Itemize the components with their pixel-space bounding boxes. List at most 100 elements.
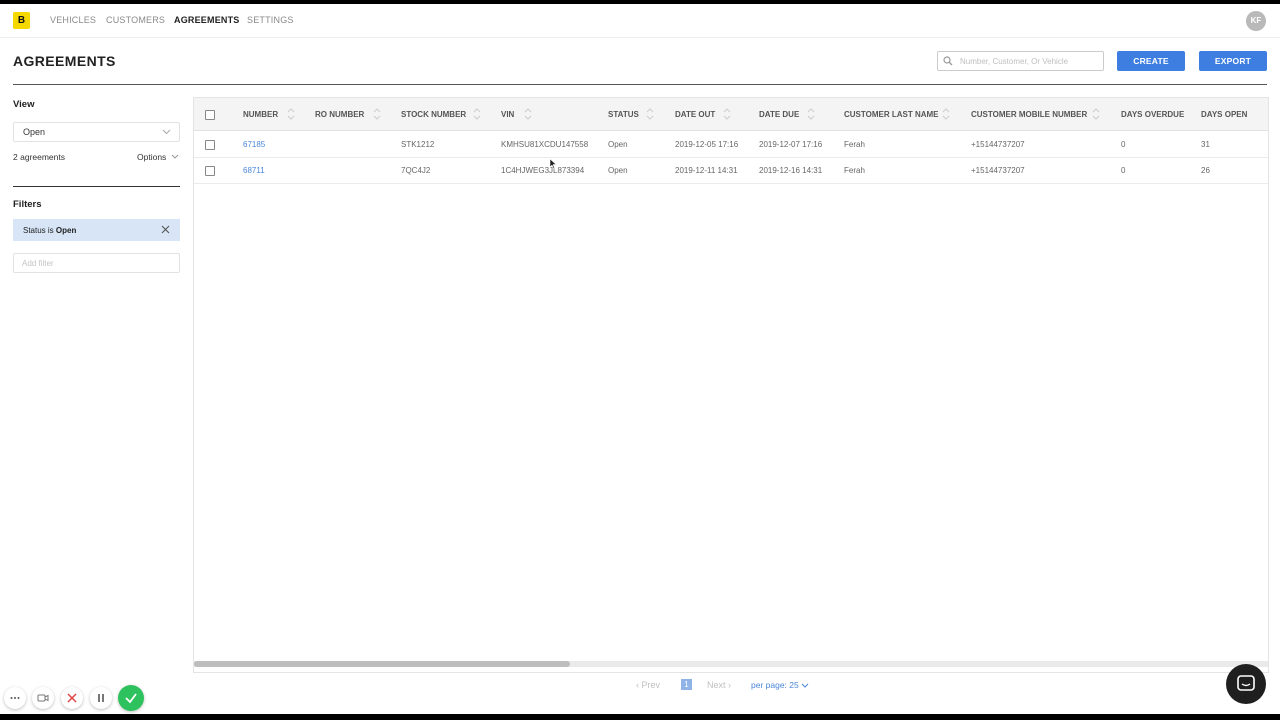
table-row[interactable]: 68711 7QC4J2 1C4HJWEG3JL873394 Open 2019… <box>194 157 1268 184</box>
nav-agreements[interactable]: AGREEMENTS <box>174 15 240 25</box>
cell-stock-number: 7QC4J2 <box>401 166 431 175</box>
view-label: View <box>13 99 35 110</box>
pause-icon <box>98 694 104 702</box>
select-all-checkbox[interactable] <box>205 110 215 120</box>
more-button[interactable] <box>4 687 26 709</box>
agreement-count: 2 agreements <box>13 152 65 162</box>
row-checkbox[interactable] <box>205 166 215 176</box>
agreement-number-link[interactable]: 68711 <box>243 166 265 175</box>
top-nav: B VEHICLES CUSTOMERS AGREEMENTS SETTINGS… <box>0 4 1280 38</box>
filter-chip-value: Open <box>55 226 77 235</box>
view-select[interactable]: Open <box>13 122 180 142</box>
col-days-open[interactable]: DAYS OPEN <box>1201 110 1247 119</box>
sort-icon[interactable] <box>807 105 815 123</box>
sort-icon[interactable] <box>1092 105 1100 123</box>
nav-vehicles[interactable]: VEHICLES <box>50 15 96 25</box>
create-button[interactable]: CREATE <box>1117 51 1185 71</box>
cell-vin: 1C4HJWEG3JL873394 <box>501 166 585 175</box>
add-filter-input[interactable] <box>22 257 172 269</box>
camera-icon <box>37 694 49 702</box>
col-customer-mobile[interactable]: CUSTOMER MOBILE NUMBER <box>971 110 1087 119</box>
cell-date-due: 2019-12-07 17:16 <box>759 140 823 149</box>
prev-page-link[interactable]: ‹ Prev <box>636 680 660 690</box>
options-label: Options <box>137 152 167 162</box>
col-vin[interactable]: VIN <box>501 110 514 119</box>
scrollbar-thumb[interactable] <box>194 661 570 667</box>
col-ro-number[interactable]: RO NUMBER <box>315 110 364 119</box>
agreement-number-link[interactable]: 67185 <box>243 140 265 149</box>
cell-days-overdue: 0 <box>1121 166 1126 175</box>
chevron-right-icon: › <box>728 680 732 690</box>
page-title: AGREEMENTS <box>13 53 116 69</box>
col-date-due[interactable]: DATE DUE <box>759 110 799 119</box>
cell-date-due: 2019-12-16 14:31 <box>759 166 823 175</box>
col-days-overdue[interactable]: DAYS OVERDUE <box>1121 110 1184 119</box>
cell-status: Open <box>608 140 628 149</box>
sort-icon[interactable] <box>942 105 950 123</box>
chat-launcher-button[interactable] <box>1226 664 1266 704</box>
pause-button[interactable] <box>90 687 112 709</box>
per-page-select[interactable]: per page: 25 <box>751 680 809 690</box>
cell-date-out: 2019-12-11 14:31 <box>675 166 738 175</box>
search-input[interactable] <box>960 54 1098 68</box>
sort-icon[interactable] <box>646 105 654 123</box>
add-filter-field[interactable] <box>13 253 180 273</box>
current-page[interactable]: 1 <box>681 679 692 690</box>
nav-customers[interactable]: CUSTOMERS <box>106 15 165 25</box>
horizontal-scrollbar[interactable] <box>194 661 1268 667</box>
app-page: B VEHICLES CUSTOMERS AGREEMENTS SETTINGS… <box>0 4 1280 714</box>
per-page-label: per page: 25 <box>751 680 799 690</box>
mouse-cursor-icon <box>550 159 557 169</box>
cell-vin: KMHSU81XCDU147558 <box>501 140 589 149</box>
filter-chip-status[interactable]: Status is Open <box>13 219 180 241</box>
table-header: NUMBER RO NUMBER STOCK NUMBER VIN STATUS… <box>194 98 1268 131</box>
cell-days-overdue: 0 <box>1121 140 1126 149</box>
view-select-value: Open <box>23 127 46 137</box>
col-date-out[interactable]: DATE OUT <box>675 110 715 119</box>
camera-button[interactable] <box>32 687 54 709</box>
sort-icon[interactable] <box>287 105 295 123</box>
check-icon <box>125 693 137 704</box>
next-label: Next <box>707 680 726 690</box>
sort-icon[interactable] <box>473 105 481 123</box>
sidebar-divider <box>13 186 180 187</box>
agreements-table: NUMBER RO NUMBER STOCK NUMBER VIN STATUS… <box>193 97 1269 673</box>
nav-settings[interactable]: SETTINGS <box>247 15 294 25</box>
next-page-link[interactable]: Next › <box>707 680 731 690</box>
user-avatar[interactable]: KF <box>1246 11 1266 31</box>
cell-stock-number: STK1212 <box>401 140 435 149</box>
prev-label: Prev <box>641 680 661 690</box>
col-customer-last-name[interactable]: CUSTOMER LAST NAME <box>844 110 939 119</box>
cell-date-out: 2019-12-05 17:16 <box>675 140 739 149</box>
cell-status: Open <box>608 166 628 175</box>
col-status[interactable]: STATUS <box>608 110 639 119</box>
col-stock-number[interactable]: STOCK NUMBER <box>401 110 466 119</box>
cell-days-open: 26 <box>1201 166 1210 175</box>
finish-recording-button[interactable] <box>118 685 144 711</box>
sort-icon[interactable] <box>373 105 381 123</box>
cell-customer-last-name: Ferah <box>844 166 865 175</box>
col-number[interactable]: NUMBER <box>243 110 278 119</box>
cancel-recording-button[interactable] <box>61 687 83 709</box>
chevron-left-icon: ‹ <box>636 680 639 690</box>
export-button[interactable]: EXPORT <box>1199 51 1267 71</box>
search-box[interactable] <box>937 51 1104 71</box>
sort-icon[interactable] <box>524 105 532 123</box>
filter-chip-text: Status is Open <box>23 226 76 235</box>
header-divider <box>13 84 1267 85</box>
more-icon <box>10 697 20 699</box>
close-icon <box>67 693 77 703</box>
chevron-down-icon <box>171 154 179 159</box>
table-row[interactable]: 67185 STK1212 KMHSU81XCDU147558 Open 201… <box>194 131 1268 158</box>
chat-icon <box>1237 675 1255 691</box>
chevron-down-icon <box>162 129 171 135</box>
filters-label: Filters <box>13 199 42 210</box>
close-icon[interactable] <box>161 225 170 234</box>
cell-days-open: 31 <box>1201 140 1210 149</box>
row-checkbox[interactable] <box>205 140 215 150</box>
cell-customer-mobile: +15144737207 <box>971 166 1025 175</box>
cell-customer-mobile: +15144737207 <box>971 140 1025 149</box>
options-dropdown[interactable]: Options <box>137 152 179 162</box>
brand-logo[interactable]: B <box>13 12 30 29</box>
sort-icon[interactable] <box>723 105 731 123</box>
